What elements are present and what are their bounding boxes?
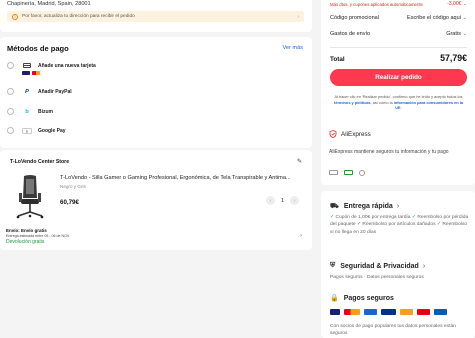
shipping-cost-row: Gastos de envío Gratis ⌄	[330, 31, 467, 37]
visa-logo-icon	[330, 309, 340, 315]
chevron-right-icon: ›	[297, 13, 299, 20]
badge-icon	[359, 169, 365, 176]
product-image[interactable]	[13, 174, 47, 222]
unionpay-logo-icon	[417, 309, 430, 315]
secure-payments-header: 🔒 Pagos seguros	[330, 294, 394, 303]
payment-option-label: Bizum	[38, 108, 53, 115]
benefits-card: ⛟ Entrega rápida › ✓ Cupón de 1,00€ por …	[321, 191, 475, 338]
secure-payments-title: Pagos seguros	[343, 294, 394, 302]
promo-code-row[interactable]: Código promocional Escribe el código aqu…	[330, 15, 467, 21]
bank-logo-icon	[434, 309, 447, 315]
amex-logo-icon	[364, 309, 377, 315]
aliexpress-brand-text: AliExpress	[341, 130, 371, 138]
payment-methods-card: Métodos de pago Ver más Añade una nueva …	[0, 37, 312, 148]
address-line: Chapinería, Madrid, Spain, 28001	[7, 1, 91, 7]
shipping-cost-label: Gastos de envío	[330, 31, 371, 37]
fast-delivery-header[interactable]: ⛟ Entrega rápida ›	[330, 202, 399, 211]
shield-icon	[329, 130, 337, 138]
maestro-logo-icon	[400, 309, 413, 315]
trust-text: AliExpress mantiene seguros tu informaci…	[329, 149, 449, 155]
chevron-right-icon[interactable]: ›	[300, 233, 302, 239]
radio-button[interactable]	[7, 127, 14, 134]
sofort-logo-icon	[381, 309, 396, 315]
address-warning[interactable]: ! Por favor, actualiza tu dirección para…	[7, 11, 304, 22]
legal-notice: Al hacer clic en 'Realizar pedido', conf…	[334, 94, 463, 111]
visa-logo-icon	[22, 71, 30, 75]
payment-option-google-pay[interactable]: G Google Pay	[7, 127, 66, 134]
address-warning-text: Por favor, actualiza tu dirección para r…	[22, 14, 135, 19]
shipping-method: Envío: Envío gratis	[6, 228, 47, 233]
promo-code-input[interactable]: Escribe el código aqui ⌄	[407, 15, 467, 21]
privacy-title: Seguridad & Privacidad	[340, 262, 419, 270]
payment-option-label: Añade una nueva tarjeta	[38, 62, 96, 69]
trust-badges	[329, 169, 365, 176]
privacy-header[interactable]: ⛨ Seguridad & Privacidad ›	[330, 262, 425, 270]
consumer-info-link[interactable]: información para consumidores en la UE	[394, 100, 463, 111]
fast-delivery-text: ✓ Cupón de 1,00€ por entrega tardía ✓ Re…	[330, 215, 469, 235]
delivery-estimate: Entrega estimada entre 05 - 06 de NOV.	[6, 234, 70, 238]
total-value: 57,79€	[440, 53, 467, 63]
truck-icon: ⛟	[330, 203, 339, 210]
card-logos	[22, 71, 40, 75]
free-returns: Devolución gratis	[6, 239, 45, 245]
mastercard-logo-icon	[344, 309, 360, 315]
credit-card-icon	[22, 62, 32, 69]
payment-option-paypal[interactable]: P Añadir PayPal	[7, 88, 72, 95]
svg-text:G: G	[26, 129, 29, 133]
trust-card: AliExpress AliExpress mantiene seguros t…	[321, 125, 475, 185]
product-title[interactable]: T-LoVendo - Silla Gamer o Gaming Profesi…	[60, 175, 302, 181]
increase-button[interactable]: ›	[290, 196, 300, 205]
chevron-right-icon: ›	[396, 203, 400, 210]
payment-option-card[interactable]: Añade una nueva tarjeta	[7, 62, 96, 69]
radio-button[interactable]	[7, 88, 14, 95]
lock-icon: 🔒	[330, 295, 339, 302]
payment-methods-title: Métodos de pago	[7, 44, 69, 53]
product-price: 60,79€	[60, 199, 79, 206]
privacy-text: Pagos seguros · Datos personales seguros	[330, 275, 424, 280]
divider	[330, 47, 467, 48]
radio-button[interactable]	[7, 62, 14, 69]
store-title: T-LoVendo Center Store	[10, 159, 70, 165]
decrease-button[interactable]: ‹	[266, 196, 275, 205]
discount-label: Más dtos. y cupones aplicados automática…	[330, 2, 423, 7]
discount-value[interactable]: -3,00€ ⌄	[447, 1, 467, 7]
place-order-button[interactable]: Realizar pedido	[330, 69, 467, 86]
product-variant: Negro y Gris	[60, 184, 86, 189]
quantity-value: 1	[281, 197, 285, 204]
shipping-cost-value[interactable]: Gratis ⌄	[446, 31, 467, 37]
mastercard-logo-icon	[32, 71, 40, 75]
payment-option-bizum[interactable]: b Bizum	[7, 108, 53, 115]
chevron-right-icon: ›	[422, 262, 426, 270]
badge-icon	[344, 170, 353, 175]
aliexpress-brand: AliExpress	[329, 130, 371, 138]
fast-delivery-title: Entrega rápida	[343, 203, 393, 210]
promo-code-label: Código promocional	[330, 15, 379, 21]
badge-icon	[329, 170, 338, 175]
payment-option-label: Google Pay	[38, 127, 66, 134]
edit-icon[interactable]: ✎	[297, 158, 302, 165]
google-pay-icon: G	[22, 127, 32, 134]
quantity-stepper: ‹ 1 ›	[266, 196, 300, 205]
address-card: Chapinería, Madrid, Spain, 28001 ! Por f…	[0, 0, 312, 32]
store-card: T-LoVendo Center Store ✎ T-LoVendo - Sil…	[0, 150, 312, 250]
shield-icon: ⛨	[330, 262, 336, 269]
terms-link[interactable]: términos y políticas	[334, 100, 371, 105]
see-more-link[interactable]: Ver más	[282, 45, 303, 51]
radio-button[interactable]	[7, 108, 14, 115]
paypal-icon: P	[25, 88, 29, 95]
payment-brand-logos	[330, 309, 447, 315]
warning-icon: !	[12, 13, 18, 20]
payment-option-label: Añadir PayPal	[38, 88, 72, 95]
total-label: Total	[330, 56, 345, 63]
secure-payments-text: Con socios de pago populares tus datos p…	[330, 324, 456, 336]
bizum-icon: b	[25, 108, 29, 115]
